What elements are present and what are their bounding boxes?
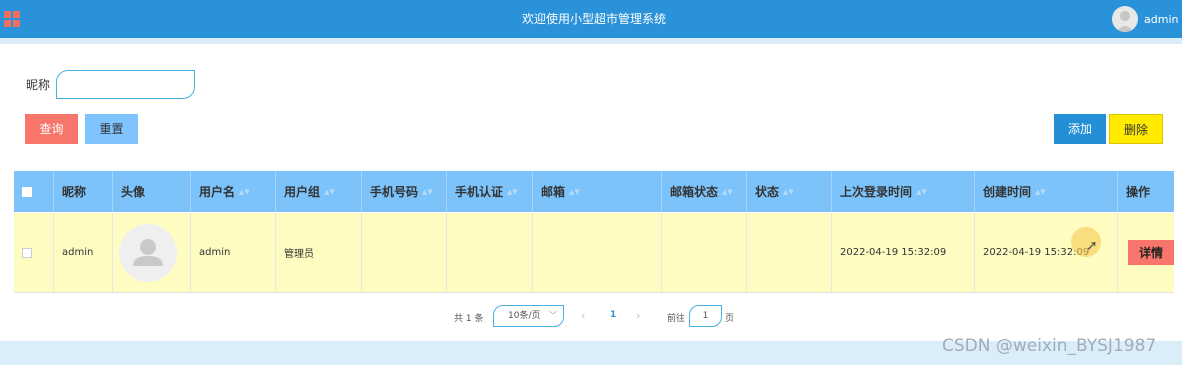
goto-page-input[interactable]: 1: [689, 305, 722, 327]
page-unit-label: 页: [725, 314, 735, 324]
header-username[interactable]: admin: [1144, 0, 1178, 40]
page-size-select[interactable]: 10条/页 ﹀: [493, 305, 564, 327]
pagination: 共 1 条 10条/页 ﹀ ‹ 1 › 前往 1 页: [0, 305, 1182, 329]
table-row: admin admin 管理员 2022-04-19 15:32:09 2022…: [14, 213, 1174, 293]
column-header: 操作: [1118, 171, 1174, 212]
column-label: 用户组: [284, 185, 321, 199]
phone-verified-cell: [447, 213, 533, 292]
column-label: 用户名: [199, 185, 236, 199]
group-cell: 管理员: [276, 213, 362, 292]
column-header[interactable]: 邮箱状态 ▲▼: [662, 171, 747, 212]
sort-icon[interactable]: ▲▼: [422, 188, 433, 196]
delete-button[interactable]: 删除: [1109, 114, 1163, 144]
page-size-value: 10条/页: [508, 311, 541, 321]
table-header: 昵称 头像 用户名 ▲▼ 用户组 ▲▼ 手机号码 ▲▼ 手机认证 ▲▼ 邮箱 ▲▼ 邮箱状…: [14, 171, 1174, 212]
select-all-cell: [14, 171, 54, 212]
column-header[interactable]: 手机号码 ▲▼: [362, 171, 447, 212]
column-label: 邮箱: [541, 185, 566, 199]
nickname-search-input[interactable]: [56, 70, 195, 99]
column-header[interactable]: 状态 ▲▼: [747, 171, 832, 212]
select-all-checkbox[interactable]: [22, 186, 32, 197]
current-page-number[interactable]: 1: [610, 310, 616, 320]
avatar-cell: [113, 213, 191, 292]
sort-icon[interactable]: ▲▼: [783, 188, 794, 196]
column-header[interactable]: 创建时间 ▲▼: [975, 171, 1118, 212]
sort-icon[interactable]: ▲▼: [722, 188, 733, 196]
column-header[interactable]: 邮箱 ▲▼: [533, 171, 662, 212]
prev-page-icon[interactable]: ‹: [581, 309, 585, 322]
column-header[interactable]: 手机认证 ▲▼: [447, 171, 533, 212]
column-label: 邮箱状态: [670, 185, 719, 199]
email-cell: [533, 213, 662, 292]
column-header[interactable]: 用户名 ▲▼: [191, 171, 276, 212]
row-select-cell: [14, 213, 54, 292]
sort-icon[interactable]: ▲▼: [1035, 188, 1046, 196]
pagination-total: 共 1 条: [454, 314, 484, 324]
sort-icon[interactable]: ▲▼: [569, 188, 580, 196]
nickname-cell: admin: [54, 213, 113, 292]
user-avatar-icon: [119, 223, 177, 282]
next-page-icon[interactable]: ›: [636, 309, 640, 322]
column-label: 操作: [1126, 185, 1151, 199]
user-avatar-icon[interactable]: [1112, 6, 1138, 32]
app-title: 欢迎使用小型超市管理系统: [521, 12, 666, 26]
sort-icon[interactable]: ▲▼: [916, 188, 927, 196]
nickname-label: 昵称: [26, 78, 51, 92]
column-header[interactable]: 上次登录时间 ▲▼: [832, 171, 975, 212]
query-button[interactable]: 查询: [25, 114, 78, 144]
row-checkbox[interactable]: [22, 247, 32, 258]
header-subbar: [0, 38, 1182, 44]
username-cell: admin: [191, 213, 276, 292]
sort-icon[interactable]: ▲▼: [507, 188, 518, 196]
top-header: 欢迎使用小型超市管理系统 admin: [0, 0, 1182, 38]
last-login-cell: 2022-04-19 15:32:09: [832, 213, 975, 292]
goto-label: 前往: [667, 314, 686, 324]
column-label: 头像: [121, 185, 146, 199]
column-header[interactable]: 用户组 ▲▼: [276, 171, 362, 212]
column-label: 手机号码: [370, 185, 419, 199]
add-button[interactable]: 添加: [1054, 114, 1106, 144]
column-label: 手机认证: [455, 185, 504, 199]
column-label: 昵称: [62, 185, 87, 199]
column-label: 状态: [755, 185, 780, 199]
email-status-cell: [662, 213, 747, 292]
column-header: 昵称: [54, 171, 113, 212]
chevron-down-icon: ﹀: [549, 311, 557, 320]
reset-button[interactable]: 重置: [85, 114, 138, 144]
status-cell: [747, 213, 832, 292]
column-label: 上次登录时间: [840, 185, 913, 199]
sort-icon[interactable]: ▲▼: [239, 188, 250, 196]
detail-button[interactable]: 详情: [1128, 240, 1174, 265]
column-header: 头像: [113, 171, 191, 212]
column-label: 创建时间: [983, 185, 1032, 199]
mouse-pointer-icon: ➚: [1086, 238, 1098, 254]
phone-cell: [362, 213, 447, 292]
watermark-text: CSDN @weixin_BYSJ1987: [942, 336, 1157, 356]
sort-icon[interactable]: ▲▼: [324, 188, 335, 196]
